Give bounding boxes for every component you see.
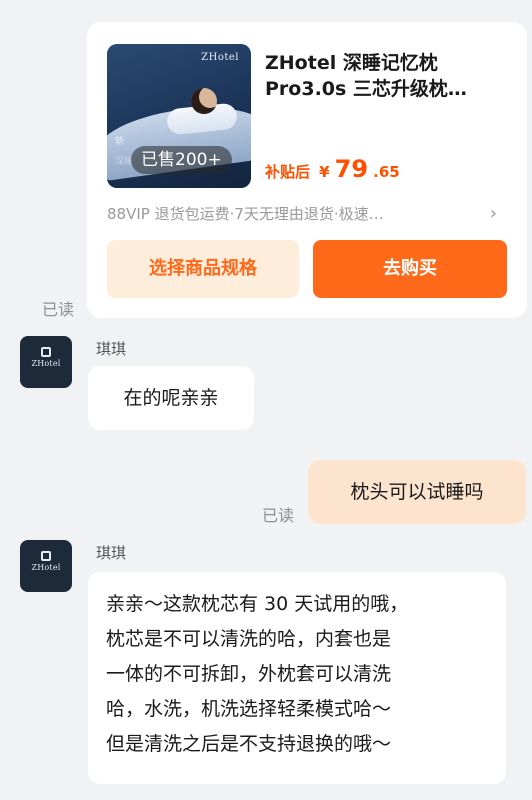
avatar[interactable]: ZHotel bbox=[20, 336, 72, 388]
message-line: 哈，水洗，机洗选择轻柔模式哈～ bbox=[106, 698, 392, 720]
select-spec-button[interactable]: 选择商品规格 bbox=[107, 240, 299, 298]
read-receipt: 已读 bbox=[262, 506, 295, 525]
image-new-text: 新 bbox=[115, 137, 125, 147]
sold-count-badge: 已售200+ bbox=[131, 146, 232, 174]
service-text: 88VIP 退货包运费·7天无理由退货·极速… bbox=[107, 205, 384, 223]
sender-name: 琪琪 bbox=[96, 340, 127, 358]
read-receipt: 已读 bbox=[42, 300, 75, 319]
incoming-message[interactable]: 在的呢亲亲 bbox=[88, 366, 254, 430]
avatar-logo-icon bbox=[41, 551, 51, 561]
price-decimal: .65 bbox=[373, 163, 400, 181]
price-label: 补贴后 bbox=[265, 163, 311, 181]
price-row: 补贴后 ¥ 79 .65 bbox=[265, 155, 400, 183]
image-brand-text: ZHotel bbox=[201, 52, 239, 63]
buy-button[interactable]: 去购买 bbox=[313, 240, 507, 298]
message-line: 但是清洗之后是不支持退换的哦～ bbox=[106, 733, 392, 755]
avatar-text: ZHotel bbox=[31, 563, 61, 572]
product-image[interactable]: ZHotel 新 深睡 已售200+ bbox=[107, 44, 251, 188]
outgoing-message[interactable]: 枕头可以试睡吗 bbox=[308, 460, 526, 524]
price-currency: ¥ bbox=[319, 163, 330, 181]
chevron-right-icon: › bbox=[489, 203, 497, 224]
message-line: 枕芯是不可以清洗的哈，内套也是 bbox=[106, 628, 392, 650]
incoming-message[interactable]: 亲亲～这款枕芯有 30 天试用的哦， 枕芯是不可以清洗的哈，内套也是 一体的不可… bbox=[88, 572, 506, 784]
image-person bbox=[191, 88, 217, 114]
avatar-text: ZHotel bbox=[31, 359, 61, 368]
service-guarantees[interactable]: 88VIP 退货包运费·7天无理由退货·极速… › bbox=[107, 202, 507, 226]
message-line: 一体的不可拆卸，外枕套可以清洗 bbox=[106, 663, 392, 685]
price-integer: 79 bbox=[334, 155, 369, 183]
product-card[interactable]: ZHotel 新 深睡 已售200+ ZHotel 深睡记忆枕Pro3.0s 三… bbox=[87, 22, 527, 318]
sender-name: 琪琪 bbox=[96, 544, 127, 562]
product-title[interactable]: ZHotel 深睡记忆枕Pro3.0s 三芯升级枕… bbox=[265, 50, 505, 102]
avatar-logo-icon bbox=[41, 347, 51, 357]
avatar[interactable]: ZHotel bbox=[20, 540, 72, 592]
message-line: 亲亲～这款枕芯有 30 天试用的哦， bbox=[106, 593, 409, 615]
